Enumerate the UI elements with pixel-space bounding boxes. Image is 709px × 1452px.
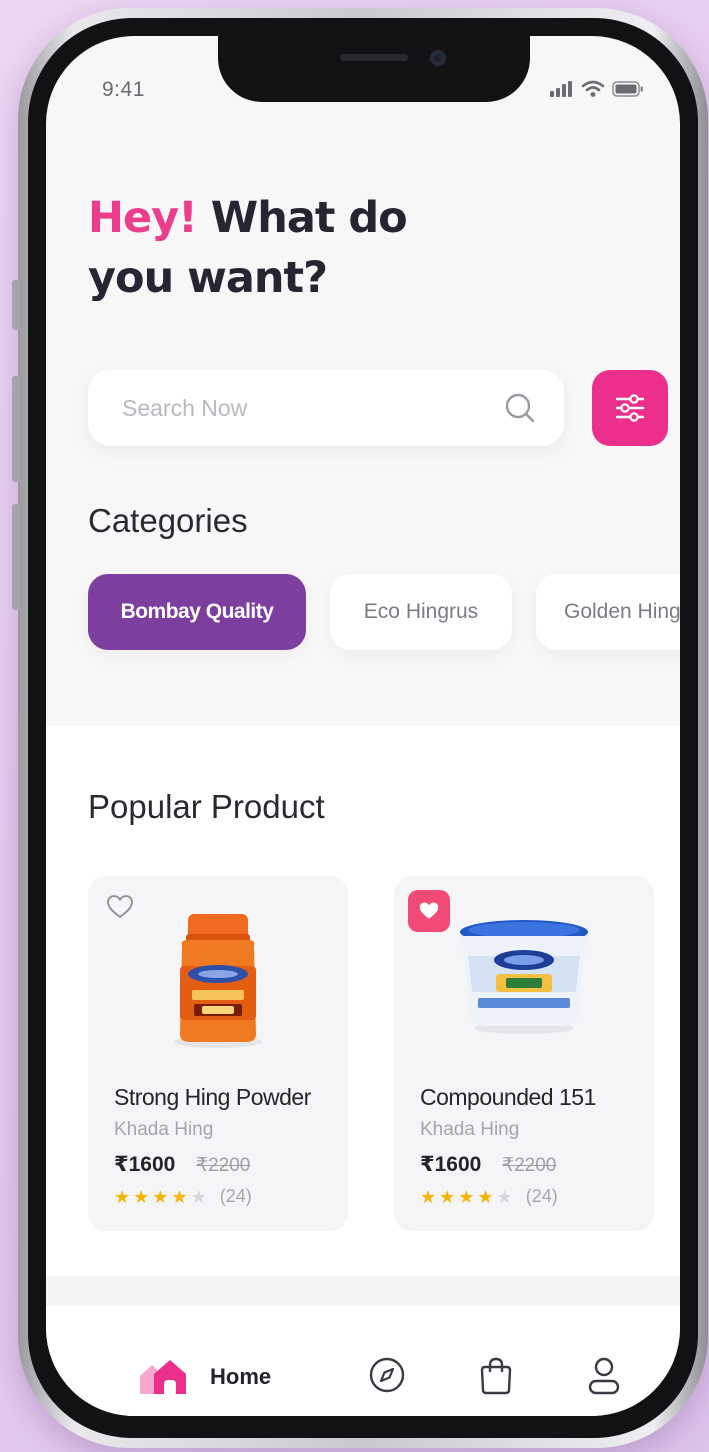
nav-item-home[interactable]: Home xyxy=(138,1358,271,1396)
nav-home-label: Home xyxy=(210,1364,272,1389)
shopping-bag-icon[interactable] xyxy=(478,1356,514,1396)
category-chip-golden-hing[interactable]: Golden Hing xyxy=(536,574,680,650)
status-time: 9:41 xyxy=(102,78,145,101)
favorite-button[interactable] xyxy=(408,890,450,932)
star-icon: ★ xyxy=(152,1186,169,1207)
star-icon: ★ xyxy=(114,1186,131,1207)
popular-title: Popular Product xyxy=(88,788,325,825)
phone-screen: 9:41 Hey! What do you want? Search Now C… xyxy=(46,36,680,1416)
question-line1: What do xyxy=(210,193,408,243)
signal-icon xyxy=(550,81,572,97)
product-old-price: ₹2200 xyxy=(196,1155,251,1176)
search-icon[interactable] xyxy=(502,390,538,426)
star-icon: ★ xyxy=(477,1186,494,1207)
product-card[interactable]: Strong Hing Powder Khada Hing ₹1600 ₹220… xyxy=(88,876,348,1231)
section-divider xyxy=(46,1276,680,1306)
home-icon xyxy=(140,1360,186,1394)
sliders-icon xyxy=(615,394,645,422)
compass-icon[interactable] xyxy=(368,1356,406,1394)
search-input[interactable]: Search Now xyxy=(88,370,564,446)
heart-outline-icon[interactable] xyxy=(106,894,134,920)
category-chip-bombay-quality[interactable]: Bombay Quality xyxy=(88,574,306,650)
side-button-silent xyxy=(12,280,20,330)
bottom-nav: Home xyxy=(46,1306,680,1416)
star-icon: ★ xyxy=(458,1186,475,1207)
user-icon[interactable] xyxy=(586,1356,622,1396)
filter-button[interactable] xyxy=(592,370,668,446)
star-icon: ★ xyxy=(133,1186,150,1207)
greeting-text: Hey! xyxy=(88,193,198,243)
review-count: (24) xyxy=(525,1186,558,1206)
side-button-volume-down xyxy=(12,504,20,610)
search-placeholder: Search Now xyxy=(122,395,248,421)
categories-title: Categories xyxy=(88,502,248,539)
product-rating: ★ ★ ★ ★ ★ (24) xyxy=(420,1186,558,1207)
battery-icon xyxy=(612,81,643,97)
wifi-icon xyxy=(581,80,605,97)
star-icon: ★ xyxy=(439,1186,456,1207)
phone-frame: 9:41 Hey! What do you want? Search Now C… xyxy=(12,8,708,1448)
product-name: Strong Hing Powder xyxy=(114,1084,311,1110)
product-card[interactable]: Compounded 151 Khada Hing ₹1600 ₹2200 ★ … xyxy=(394,876,654,1231)
side-button-volume-up xyxy=(12,376,20,482)
star-icon: ★ xyxy=(420,1186,437,1207)
camera-icon xyxy=(430,50,446,66)
product-brand: Khada Hing xyxy=(420,1119,520,1140)
star-icon: ★ xyxy=(171,1186,188,1207)
review-count: (24) xyxy=(219,1186,252,1206)
heart-filled-icon xyxy=(419,902,439,919)
star-empty-icon: ★ xyxy=(190,1186,207,1207)
page-title: Hey! What do you want? xyxy=(88,188,408,308)
category-chip-eco-hingrus[interactable]: Eco Hingrus xyxy=(330,574,512,650)
star-empty-icon: ★ xyxy=(496,1186,513,1207)
product-name: Compounded 151 xyxy=(420,1084,596,1110)
product-brand: Khada Hing xyxy=(114,1119,214,1140)
phone-bezel: 9:41 Hey! What do you want? Search Now C… xyxy=(28,18,698,1438)
category-list: Bombay Quality Eco Hingrus Golden Hing xyxy=(88,574,680,650)
question-line2: you want? xyxy=(88,253,328,303)
speaker-grille xyxy=(340,54,408,61)
product-rating: ★ ★ ★ ★ ★ (24) xyxy=(114,1186,252,1207)
product-price: ₹1600 xyxy=(114,1153,176,1176)
product-price: ₹1600 xyxy=(420,1153,482,1176)
product-image-jar xyxy=(174,914,262,1048)
notch xyxy=(218,36,530,102)
product-old-price: ₹2200 xyxy=(502,1155,557,1176)
status-icons xyxy=(550,80,644,98)
product-image-tub xyxy=(460,920,588,1034)
